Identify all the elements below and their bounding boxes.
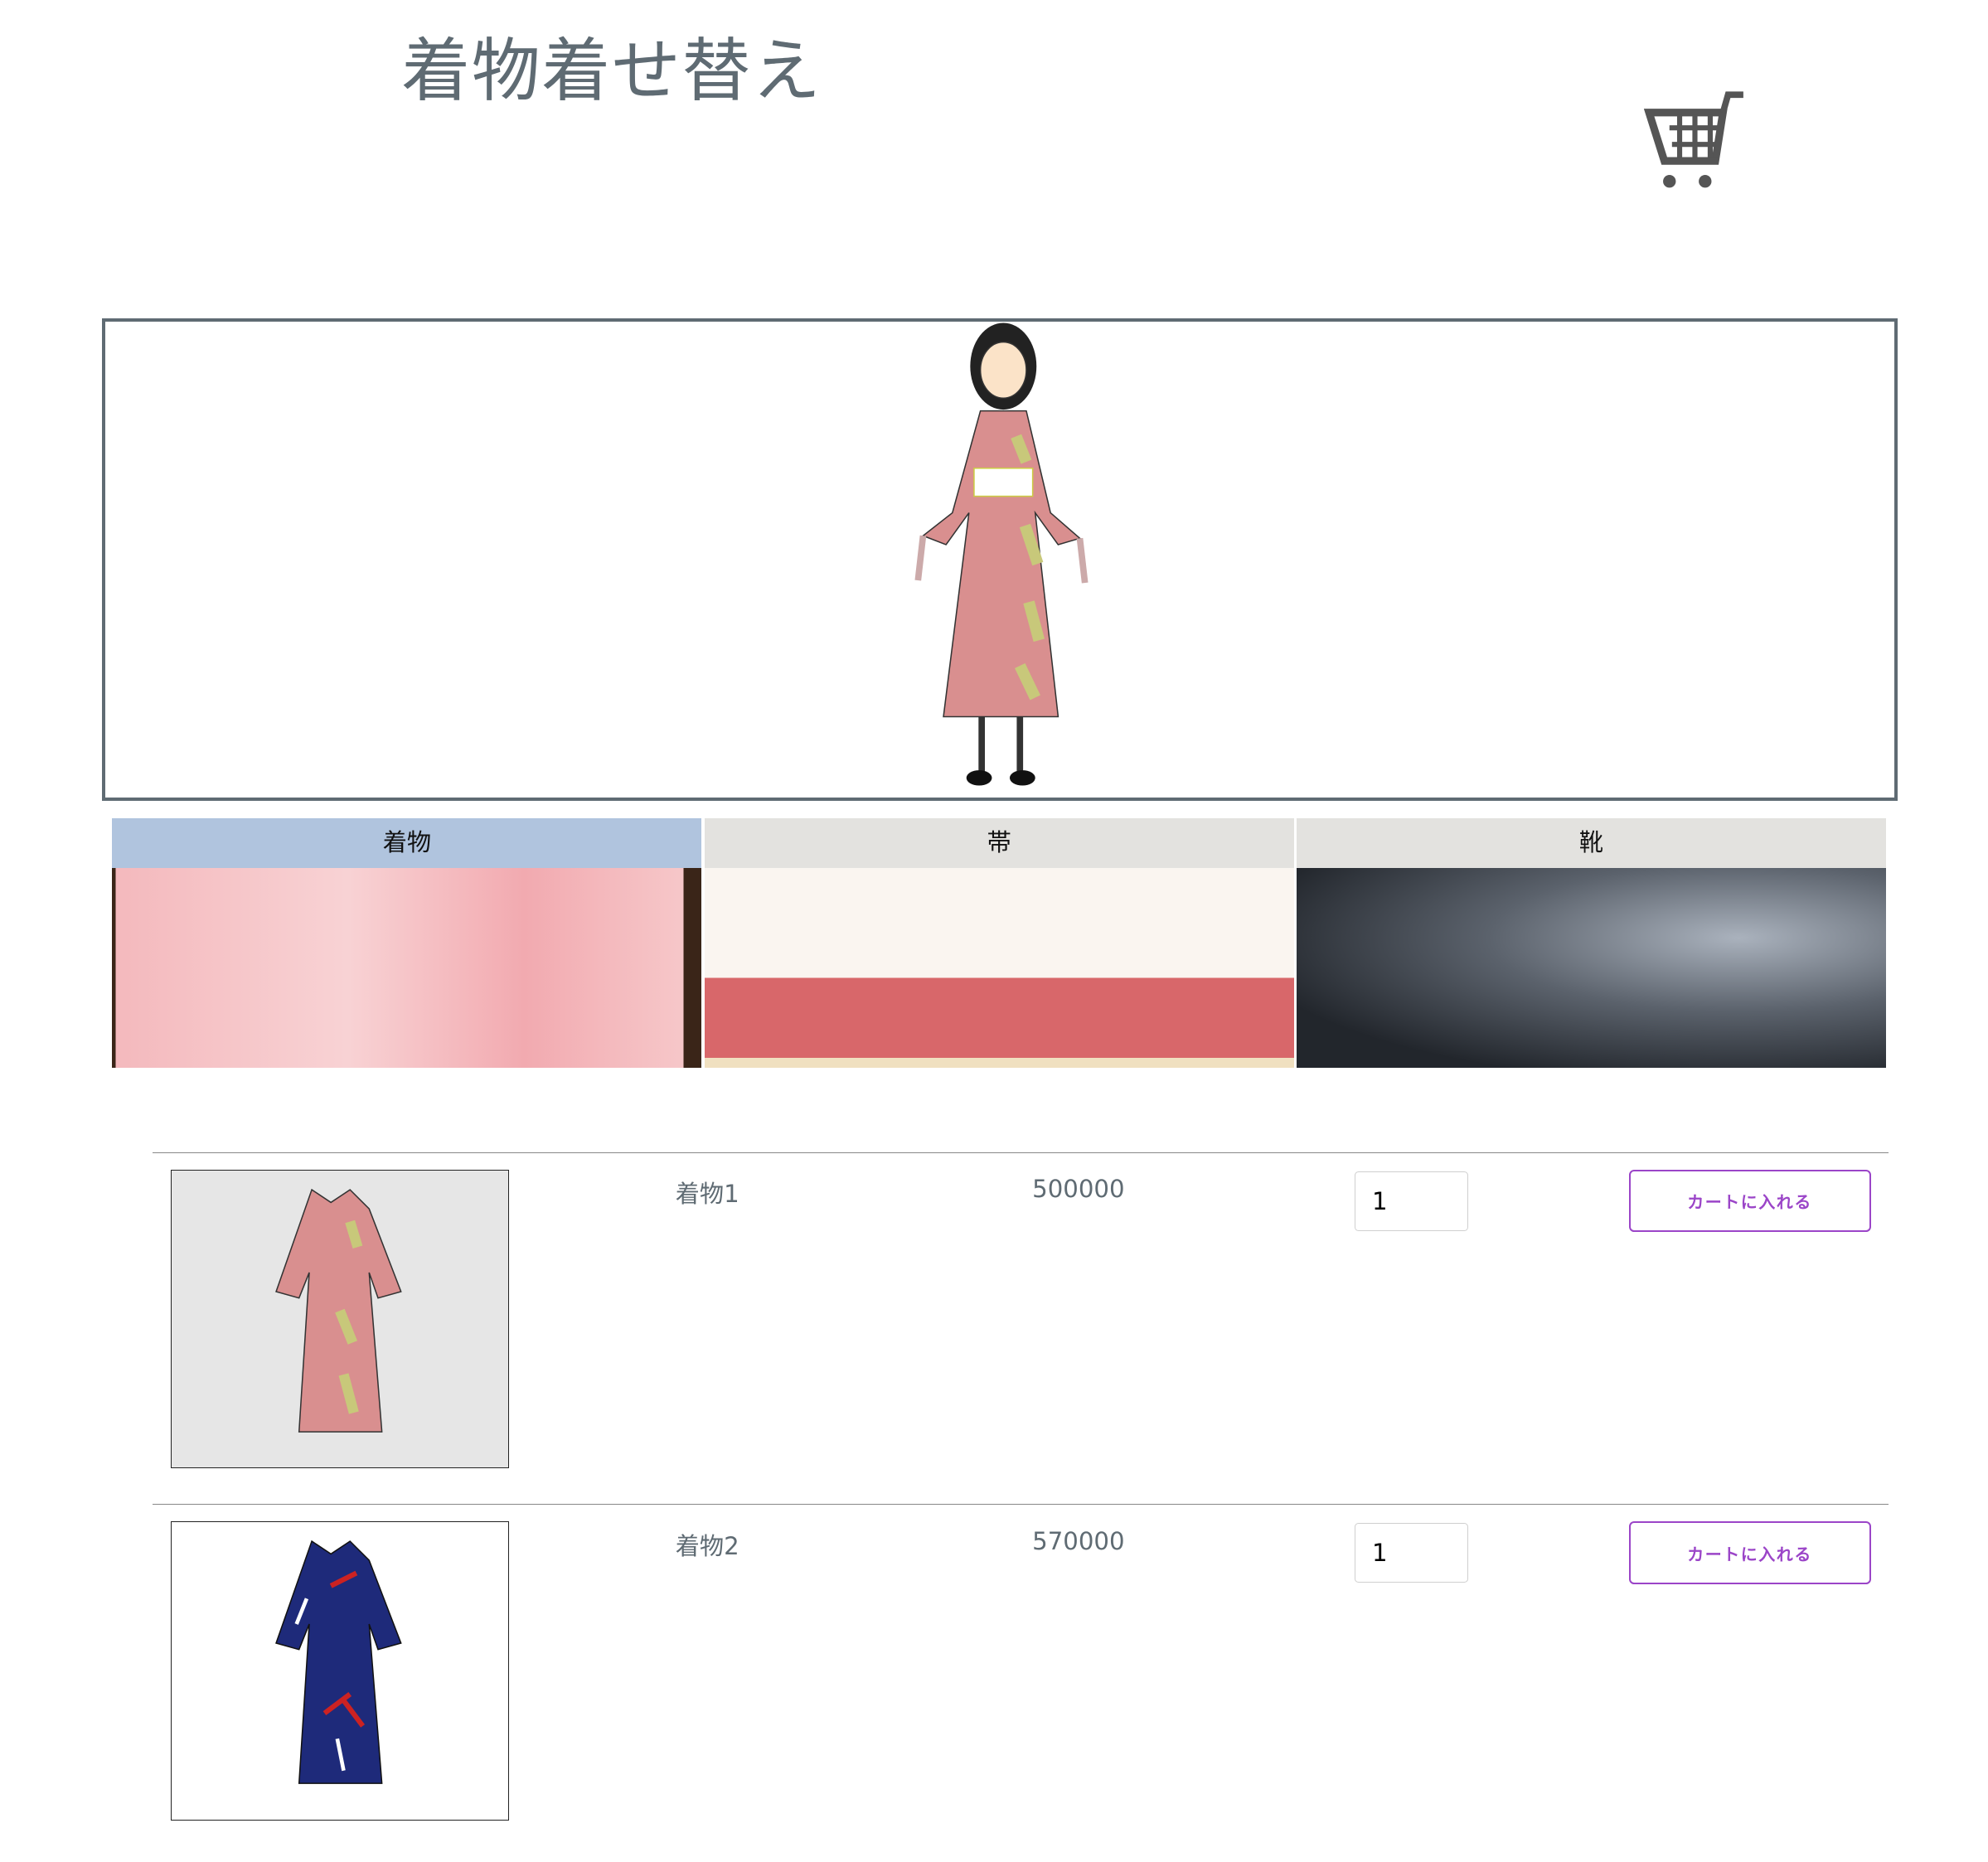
category-tabs: 着物 帯 靴 [112,817,1887,1069]
add-to-cart-button[interactable]: カートに入れる [1628,1170,1871,1233]
obi-category-image [704,867,1294,1069]
kimono-category-image [112,867,702,1069]
product-name: 着物1 [675,1180,739,1209]
add-to-cart-button[interactable]: カートに入れる [1628,1521,1871,1584]
kimono-navy-image [275,1540,402,1785]
tab-shoes[interactable]: 靴 [1296,817,1887,1069]
product-thumbnail [170,1521,509,1821]
quantity-input[interactable] [1355,1171,1468,1231]
divider [153,1503,1889,1506]
tab-label: 着物 [112,817,702,868]
product-price: 570000 [1032,1526,1125,1555]
quantity-input[interactable] [1355,1522,1468,1583]
dress-up-stage [101,318,1898,801]
product-thumbnail [170,1170,509,1469]
page-title: 着物着せ替え [401,31,822,112]
product-name: 着物2 [675,1531,739,1560]
product-price: 500000 [1032,1175,1125,1204]
tab-kimono[interactable]: 着物 [112,817,702,1069]
doll-figure [914,322,1089,786]
tab-label: 靴 [1296,817,1887,868]
divider [153,1152,1889,1154]
kimono-pink-image [275,1189,402,1433]
shopping-cart-icon[interactable] [1643,87,1748,194]
shoes-category-image [1296,867,1887,1069]
tab-obi[interactable]: 帯 [704,817,1294,1069]
tab-label: 帯 [704,817,1294,868]
